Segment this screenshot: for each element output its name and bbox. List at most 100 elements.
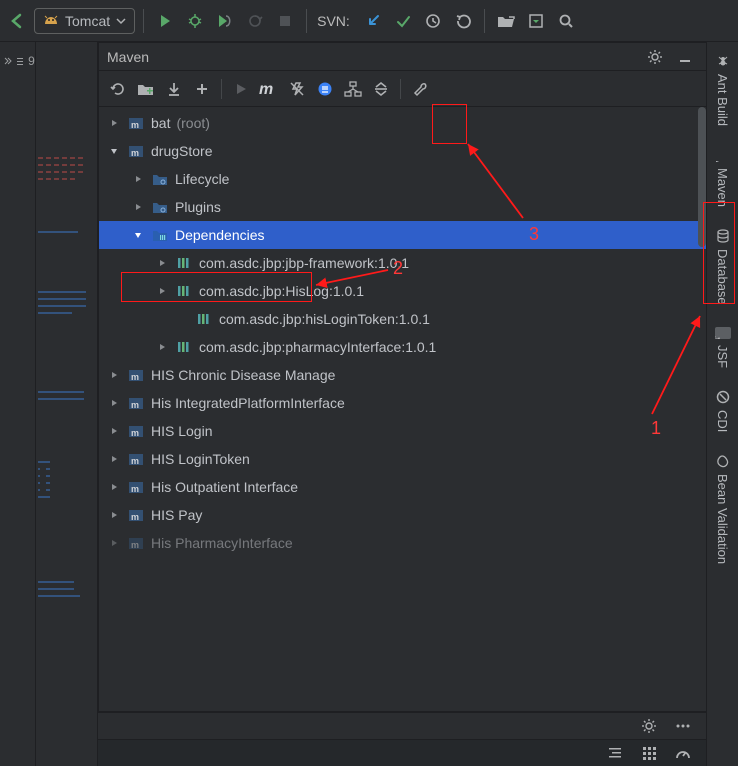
tree-node-module[interactable]: m His PharmacyInterface (99, 529, 706, 557)
tree-node-drugstore[interactable]: m drugStore (99, 137, 706, 165)
left-gutter: 9 (0, 42, 36, 766)
right-tool-strip: Ant Build m Maven Database JSF JSF CDI B… (706, 42, 738, 766)
toggle-skip-tests-button[interactable] (312, 76, 338, 102)
tree-node-module[interactable]: m HIS Login (99, 417, 706, 445)
bean-icon (716, 454, 730, 468)
svg-text:m: m (131, 540, 139, 550)
svg-text:m: m (131, 512, 139, 522)
folder-deps-icon (151, 228, 169, 242)
folder-gear-icon (151, 172, 169, 186)
library-icon (175, 340, 193, 354)
svg-text:m: m (131, 120, 139, 130)
maven-module-icon: m (127, 115, 145, 131)
vcs-history-button[interactable] (420, 8, 446, 34)
tree-node-module[interactable]: m His Outpatient Interface (99, 473, 706, 501)
tree-node-lifecycle[interactable]: Lifecycle (99, 165, 706, 193)
collapse-all-button[interactable] (368, 76, 394, 102)
tree-node-plugins[interactable]: Plugins (99, 193, 706, 221)
library-icon (175, 284, 193, 298)
panel-settings-button[interactable] (642, 44, 668, 70)
tree-node-module[interactable]: m HIS LoginToken (99, 445, 706, 473)
dropdown-caret-icon (116, 16, 126, 26)
tab-ant-build[interactable]: Ant Build (713, 50, 732, 130)
toggle-offline-button[interactable] (284, 76, 310, 102)
svg-text:m: m (131, 372, 139, 382)
gauge-icon[interactable] (670, 740, 696, 766)
folder-gear-icon (151, 200, 169, 214)
add-project-button[interactable] (133, 76, 159, 102)
jsf-icon: JSF (715, 327, 731, 339)
svg-text:m: m (131, 484, 139, 494)
vcs-commit-button[interactable] (390, 8, 416, 34)
svg-text:m: m (131, 148, 139, 158)
library-icon (175, 256, 193, 270)
maven-module-icon: m (127, 143, 145, 159)
run-config-selector[interactable]: Tomcat (34, 8, 135, 34)
ant-icon (716, 54, 730, 68)
cdi-icon (716, 390, 730, 404)
select-opened-file-icon[interactable] (523, 8, 549, 34)
back-icon[interactable] (4, 8, 30, 34)
line-indicator: 9 (4, 54, 35, 68)
tomcat-icon (43, 13, 59, 29)
vcs-update-button[interactable] (360, 8, 386, 34)
settings-wrench-button[interactable] (407, 76, 433, 102)
run-maven-button[interactable] (228, 76, 254, 102)
run-button[interactable] (152, 8, 178, 34)
svg-text:JSF: JSF (715, 336, 721, 339)
search-icon[interactable] (553, 8, 579, 34)
tab-cdi[interactable]: CDI (713, 386, 732, 436)
scrollbar-thumb[interactable] (698, 107, 706, 247)
vcs-label: SVN: (317, 13, 350, 29)
debug-button[interactable] (182, 8, 208, 34)
reload-button[interactable] (105, 76, 131, 102)
download-sources-button[interactable] (161, 76, 187, 102)
maven-module-icon: m (127, 535, 145, 551)
tree-dep-item[interactable]: com.asdc.jbp:HisLog:1.0.1 (99, 277, 706, 305)
maven-module-icon: m (127, 507, 145, 523)
tree-dep-item[interactable]: com.asdc.jbp:pharmacyInterface:1.0.1 (99, 333, 706, 361)
svg-text:m: m (131, 400, 139, 410)
maven-module-icon: m (127, 479, 145, 495)
grid-icon[interactable] (636, 740, 662, 766)
maven-module-icon: m (127, 451, 145, 467)
svg-text:m: m (131, 456, 139, 466)
more-icon[interactable] (670, 713, 696, 739)
tab-maven[interactable]: m Maven (713, 144, 732, 211)
run-coverage-button[interactable] (212, 8, 238, 34)
maven-projects-tree[interactable]: m bat (root) m drugStore Lifecycle Plugi… (99, 107, 706, 711)
maven-m-icon: m (716, 148, 730, 162)
line-number: 9 (28, 54, 35, 68)
tab-bean-validation[interactable]: Bean Validation (713, 450, 732, 568)
run-config-label: Tomcat (65, 13, 110, 29)
show-dependencies-button[interactable] (340, 76, 366, 102)
panel-minimize-button[interactable] (672, 44, 698, 70)
align-icon[interactable] (602, 740, 628, 766)
code-minimap[interactable] (36, 42, 98, 766)
folder-open-icon[interactable] (493, 8, 519, 34)
panel-title: Maven (107, 49, 149, 65)
gear-icon[interactable] (636, 713, 662, 739)
maven-module-icon: m (127, 367, 145, 383)
vcs-revert-button[interactable] (450, 8, 476, 34)
library-icon (195, 312, 213, 326)
tree-dep-item[interactable]: com.asdc.jbp:hisLoginToken:1.0.1 (99, 305, 706, 333)
tree-node-module[interactable]: m HIS Pay (99, 501, 706, 529)
svg-text:m: m (131, 428, 139, 438)
tab-jsf[interactable]: JSF JSF (713, 323, 733, 372)
execute-goal-button[interactable]: m (256, 76, 282, 102)
svg-text:m: m (259, 81, 273, 97)
database-icon (716, 229, 730, 243)
tree-node-dependencies[interactable]: Dependencies (99, 221, 706, 249)
svg-text:m: m (716, 160, 724, 162)
tree-node-bat[interactable]: m bat (root) (99, 109, 706, 137)
stop-button (272, 8, 298, 34)
add-button[interactable] (189, 76, 215, 102)
tab-database[interactable]: Database (713, 225, 732, 309)
profile-button (242, 8, 268, 34)
maven-module-icon: m (127, 395, 145, 411)
tree-node-module[interactable]: m His IntegratedPlatformInterface (99, 389, 706, 417)
maven-module-icon: m (127, 423, 145, 439)
tree-node-module[interactable]: m HIS Chronic Disease Manage (99, 361, 706, 389)
tree-dep-item[interactable]: com.asdc.jbp:jbp-framework:1.0.1 (99, 249, 706, 277)
